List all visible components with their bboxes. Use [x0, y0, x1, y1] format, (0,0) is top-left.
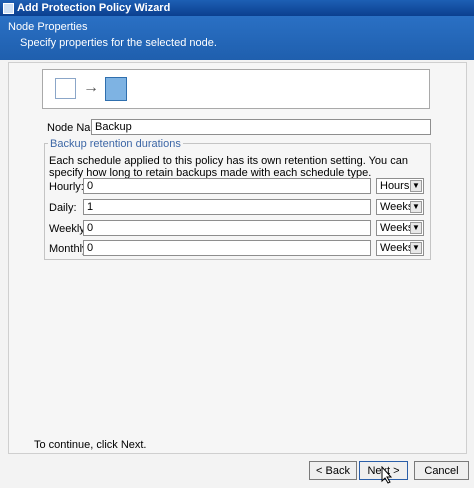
- app-icon: [3, 2, 14, 14]
- node-diagram: →: [42, 69, 430, 109]
- title-bar: Add Protection Policy Wizard: [0, 0, 474, 16]
- daily-input[interactable]: 1: [83, 199, 371, 215]
- cancel-button[interactable]: Cancel: [414, 461, 469, 480]
- weekly-unit-value: Weeks: [380, 222, 414, 234]
- window-title: Add Protection Policy Wizard: [17, 2, 171, 14]
- retention-description: Each schedule applied to this policy has…: [49, 155, 408, 179]
- node-name-input[interactable]: Backup: [91, 119, 431, 135]
- chevron-down-icon[interactable]: ▼: [410, 180, 422, 192]
- hourly-input[interactable]: 0: [83, 178, 371, 194]
- daily-label: Daily:: [49, 202, 77, 214]
- hourly-unit-value: Hours: [380, 180, 410, 192]
- chevron-down-icon[interactable]: ▼: [410, 201, 422, 213]
- mouse-pointer-icon: [381, 466, 393, 484]
- chevron-down-icon[interactable]: ▼: [410, 242, 422, 254]
- retention-group-title: Backup retention durations: [48, 138, 183, 150]
- hourly-unit-select[interactable]: Hours ▼: [376, 178, 424, 194]
- chevron-down-icon[interactable]: ▼: [410, 222, 422, 234]
- weekly-input[interactable]: 0: [83, 220, 371, 236]
- page-subtitle: Specify properties for the selected node…: [20, 37, 217, 49]
- wizard-header: Node Properties Specify properties for t…: [0, 16, 474, 60]
- continue-hint: To continue, click Next.: [34, 439, 147, 451]
- monthly-unit-value: Weeks: [380, 242, 414, 254]
- monthly-unit-select[interactable]: Weeks ▼: [376, 240, 424, 256]
- destination-node-icon: [105, 77, 127, 101]
- arrow-right-icon: →: [83, 79, 99, 96]
- monthly-input[interactable]: 0: [83, 240, 371, 256]
- page-title: Node Properties: [8, 21, 88, 33]
- hourly-label: Hourly:: [49, 181, 84, 193]
- source-node-icon: [55, 78, 76, 99]
- back-button[interactable]: < Back: [309, 461, 357, 480]
- weekly-unit-select[interactable]: Weeks ▼: [376, 220, 424, 236]
- daily-unit-value: Weeks: [380, 201, 414, 213]
- daily-unit-select[interactable]: Weeks ▼: [376, 199, 424, 215]
